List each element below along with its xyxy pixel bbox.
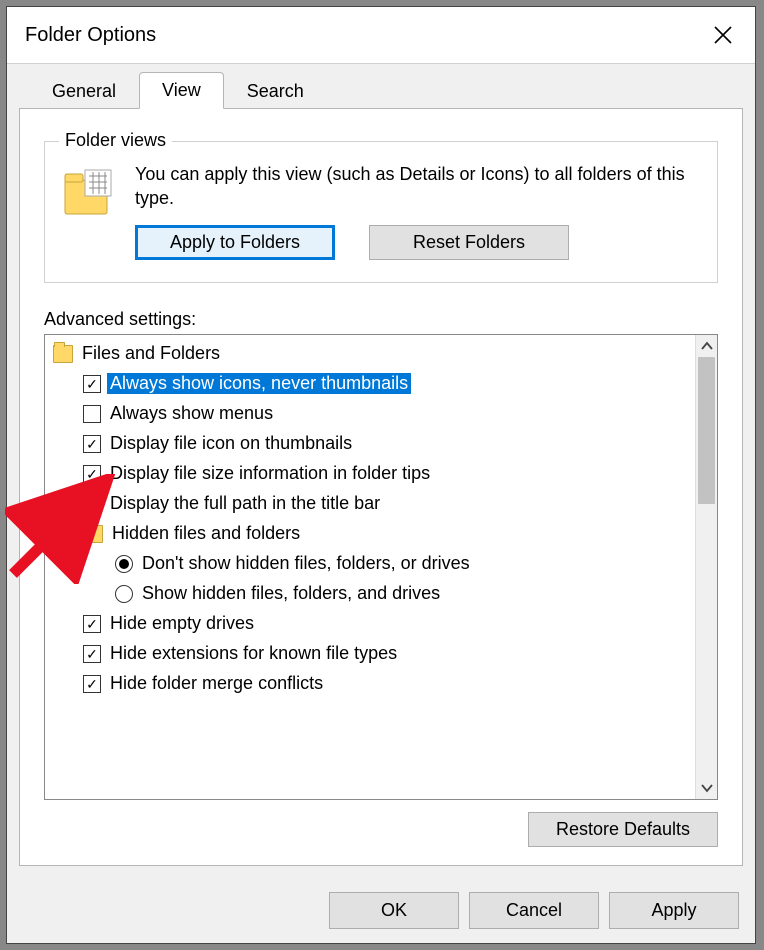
- chevron-up-icon: [701, 341, 713, 351]
- tree-item-label: Display the full path in the title bar: [107, 493, 383, 514]
- tree-item[interactable]: ✓ Hide extensions for known file types: [45, 639, 695, 669]
- folder-icon: [83, 525, 103, 543]
- tree-item[interactable]: ✓ Always show icons, never thumbnails: [45, 369, 695, 399]
- tree-item-label: Hide folder merge conflicts: [107, 673, 326, 694]
- radio[interactable]: [115, 555, 133, 573]
- tree-item[interactable]: Hidden files and folders: [45, 519, 695, 549]
- groupbox-folder-views: Folder views: [44, 141, 718, 283]
- tree-item[interactable]: Don't show hidden files, folders, or dri…: [45, 549, 695, 579]
- titlebar: Folder Options: [7, 7, 755, 63]
- checkbox[interactable]: [83, 495, 101, 513]
- tree-item-label: Don't show hidden files, folders, or dri…: [139, 553, 473, 574]
- reset-folders-button[interactable]: Reset Folders: [369, 225, 569, 260]
- tree-item[interactable]: Display the full path in the title bar: [45, 489, 695, 519]
- tree-content[interactable]: Files and Folders ✓ Always show icons, nev…: [45, 335, 695, 799]
- tree-item-label: Hide extensions for known file types: [107, 643, 400, 664]
- advanced-settings-tree: Files and Folders ✓ Always show icons, nev…: [44, 334, 718, 800]
- scroll-down-button[interactable]: [696, 777, 717, 799]
- scroll-track[interactable]: [696, 357, 717, 777]
- tabpage-view: Folder views: [19, 108, 743, 866]
- tree-item[interactable]: Show hidden files, folders, and drives: [45, 579, 695, 609]
- cancel-button[interactable]: Cancel: [469, 892, 599, 929]
- scroll-thumb[interactable]: [698, 357, 715, 504]
- tree-item-label: Always show menus: [107, 403, 276, 424]
- tab-general[interactable]: General: [29, 74, 139, 108]
- folder-views-icon: [63, 162, 117, 225]
- tree-item-label: Show hidden files, folders, and drives: [139, 583, 443, 604]
- apply-button[interactable]: Apply: [609, 892, 739, 929]
- tree-root-files-and-folders[interactable]: Files and Folders: [45, 339, 695, 369]
- scroll-up-button[interactable]: [696, 335, 717, 357]
- dialog-button-row: OK Cancel Apply: [7, 878, 755, 943]
- checkbox[interactable]: ✓: [83, 375, 101, 393]
- tree-item[interactable]: ✓ Display file icon on thumbnails: [45, 429, 695, 459]
- restore-defaults-button[interactable]: Restore Defaults: [528, 812, 718, 847]
- tree-item[interactable]: ✓ Hide folder merge conflicts: [45, 669, 695, 699]
- tree-item-label: Always show icons, never thumbnails: [107, 373, 411, 394]
- folder-options-window: Folder Options General View Search Folde…: [6, 6, 756, 944]
- checkbox[interactable]: ✓: [83, 465, 101, 483]
- advanced-settings-label: Advanced settings:: [44, 309, 718, 330]
- apply-to-folders-button[interactable]: Apply to Folders: [135, 225, 335, 260]
- close-icon: [714, 26, 732, 44]
- checkbox[interactable]: ✓: [83, 435, 101, 453]
- dialog-body: General View Search Folder views: [7, 63, 755, 878]
- tab-strip: General View Search: [29, 72, 743, 108]
- tree-root-label: Files and Folders: [79, 343, 223, 364]
- tree-item-label: Display file size information in folder …: [107, 463, 433, 484]
- tree-item-label: Hide empty drives: [107, 613, 257, 634]
- checkbox[interactable]: ✓: [83, 675, 101, 693]
- tab-search[interactable]: Search: [224, 74, 327, 108]
- tree-item-label: Hidden files and folders: [109, 523, 303, 544]
- tree-item[interactable]: ✓ Display file size information in folder…: [45, 459, 695, 489]
- window-title: Folder Options: [25, 24, 709, 47]
- tree-item[interactable]: Always show menus: [45, 399, 695, 429]
- scrollbar-vertical[interactable]: [695, 335, 717, 799]
- radio[interactable]: [115, 585, 133, 603]
- folder-views-description: You can apply this view (such as Details…: [135, 162, 699, 211]
- tab-view[interactable]: View: [139, 72, 224, 109]
- tree-item-label: Display file icon on thumbnails: [107, 433, 355, 454]
- chevron-down-icon: [701, 783, 713, 793]
- checkbox[interactable]: ✓: [83, 615, 101, 633]
- checkbox[interactable]: ✓: [83, 645, 101, 663]
- ok-button[interactable]: OK: [329, 892, 459, 929]
- groupbox-legend: Folder views: [59, 130, 172, 151]
- close-button[interactable]: [709, 21, 737, 49]
- folder-icon: [53, 345, 73, 363]
- tree-item[interactable]: ✓ Hide empty drives: [45, 609, 695, 639]
- checkbox[interactable]: [83, 405, 101, 423]
